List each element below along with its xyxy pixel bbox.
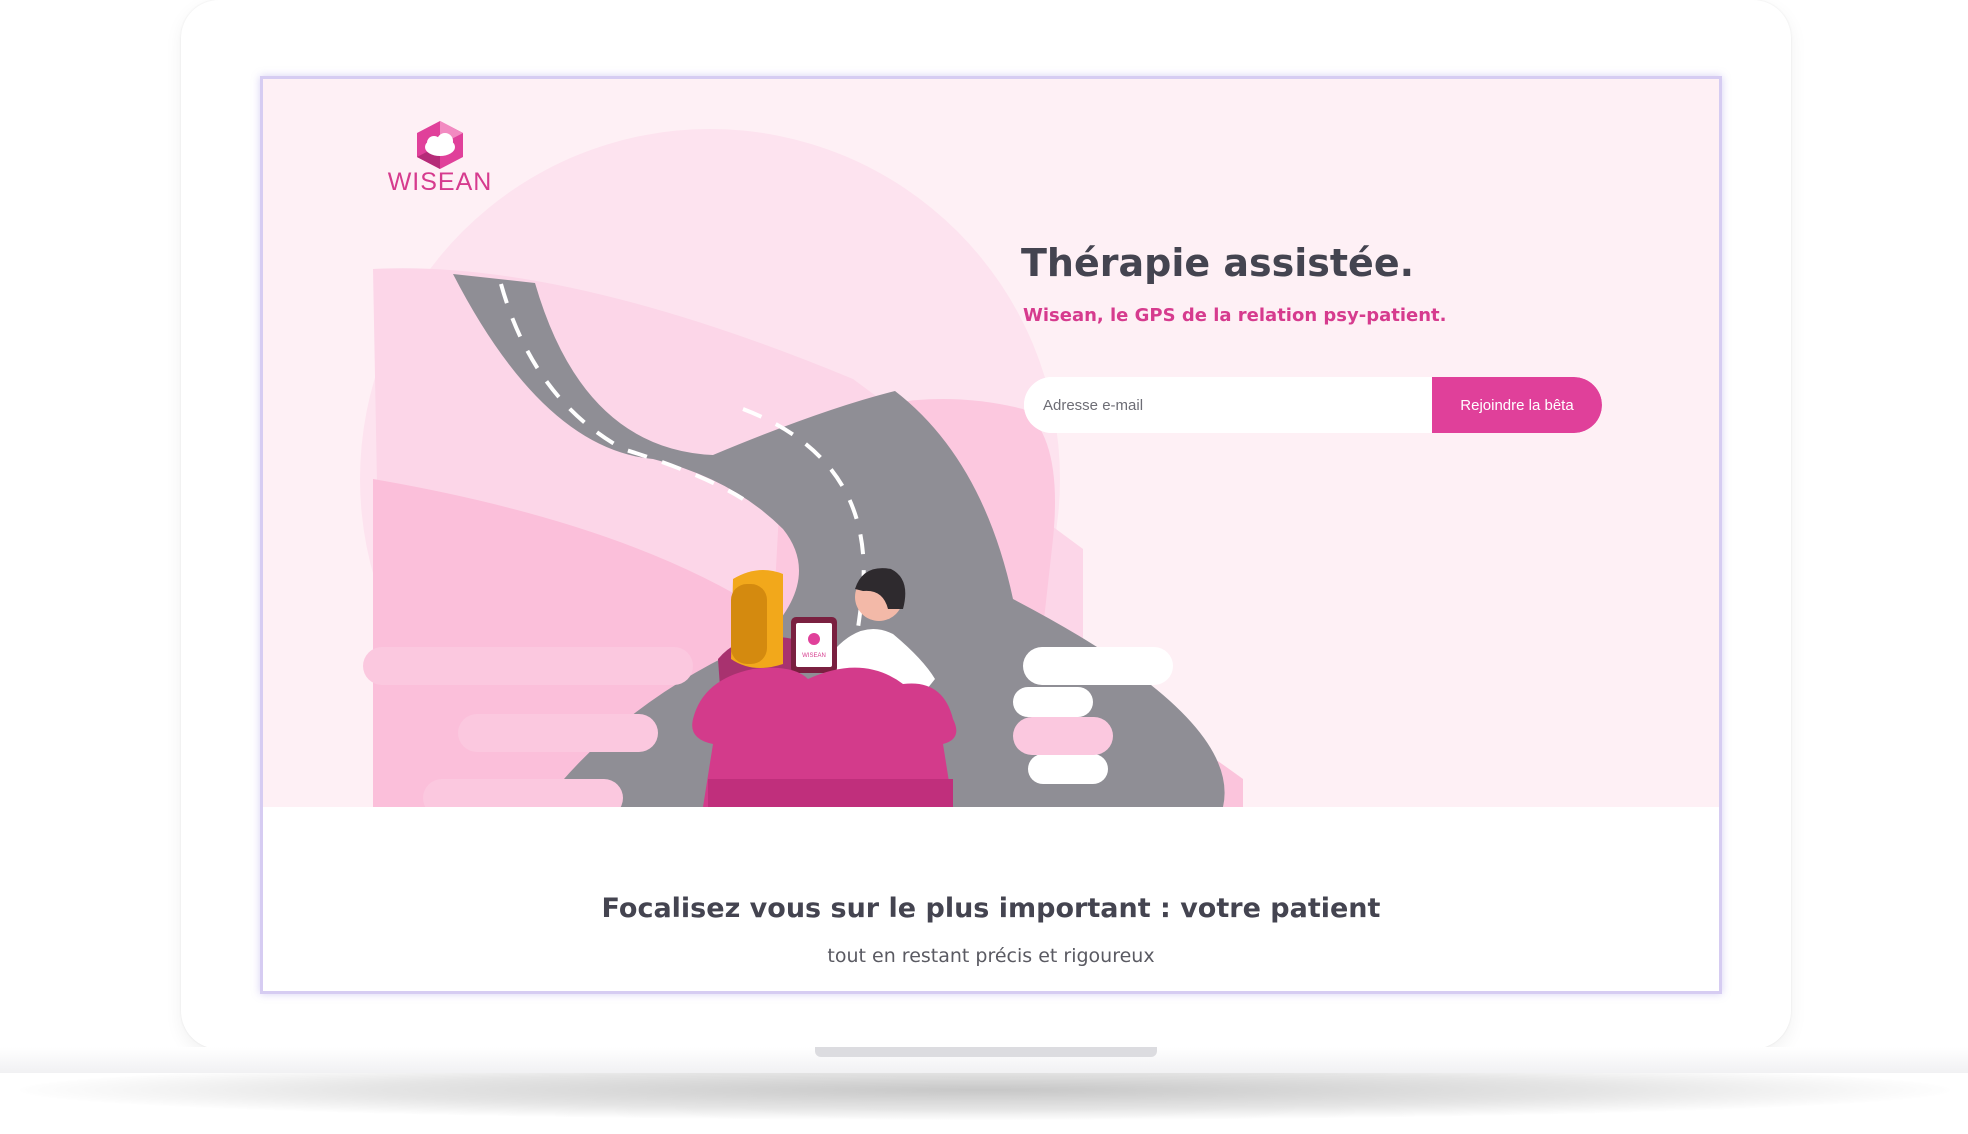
brand-name: WISEAN	[387, 168, 493, 196]
tablet-logo-icon	[808, 633, 820, 645]
cloud-left-3	[423, 779, 623, 807]
cloud-left-1	[363, 647, 693, 685]
brand-logo[interactable]: WISEAN	[381, 119, 499, 196]
tablet-label: WISEAN	[802, 653, 826, 659]
cloud-right-2	[1013, 687, 1093, 717]
woman-hair-shade	[731, 584, 767, 664]
laptop-mockup: WISEAN WISEAN Thérapie assistée. Wisean,…	[0, 0, 1968, 1134]
join-beta-button[interactable]: Rejoindre la bêta	[1432, 377, 1602, 433]
cloud-right-4	[1013, 717, 1113, 755]
cloud-right-3	[1028, 754, 1108, 784]
hero-section: WISEAN WISEAN Thérapie assistée. Wisean,…	[263, 79, 1719, 807]
laptop-notch	[815, 1047, 1157, 1057]
cloud-hexagon-logo-icon	[417, 121, 463, 169]
cloud-left-2	[458, 714, 658, 752]
laptop-screen: WISEAN WISEAN Thérapie assistée. Wisean,…	[260, 76, 1722, 994]
email-input[interactable]	[1024, 377, 1434, 433]
section-subtitle: tout en restant précis et rigoureux	[827, 945, 1155, 967]
couch-seat	[708, 779, 953, 807]
hero-subheadline: Wisean, le GPS de la relation psy-patien…	[1023, 305, 1447, 326]
beta-signup-form: Rejoindre la bêta	[1024, 377, 1602, 433]
cloud-right-1	[1023, 647, 1173, 685]
section-title: Focalisez vous sur le plus important : v…	[601, 893, 1381, 924]
hero-headline: Thérapie assistée.	[1021, 241, 1415, 285]
